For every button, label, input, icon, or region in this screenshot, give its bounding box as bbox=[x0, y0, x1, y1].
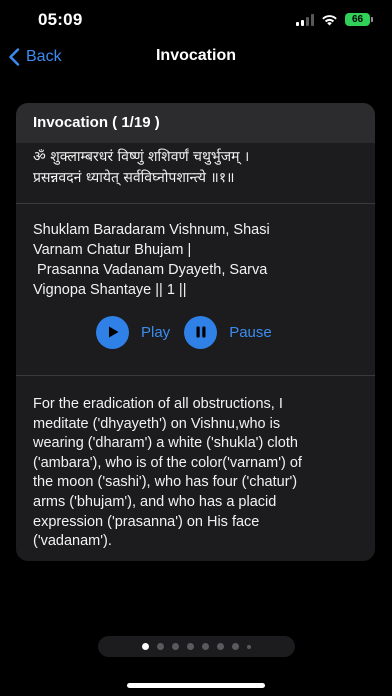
meaning-line: ('ambara'), who is of the color('varnam'… bbox=[33, 454, 302, 471]
meaning-line: ('vadanam'). bbox=[33, 533, 112, 550]
page-dot[interactable] bbox=[202, 643, 209, 650]
cellular-signal-icon bbox=[296, 13, 314, 26]
meaning-line: arms ('bhujam'), and who has a placid bbox=[33, 493, 277, 510]
verse-card-header: Invocation ( 1/19 ) bbox=[16, 103, 375, 143]
screen: 05:09 66 Back Invocation Invocation ( 1/… bbox=[0, 0, 392, 696]
page-dot[interactable] bbox=[247, 644, 251, 649]
play-icon bbox=[108, 326, 118, 338]
page-dot[interactable] bbox=[232, 643, 239, 650]
page-dot-active[interactable] bbox=[142, 643, 149, 650]
transliteration: Shuklam Baradaram Vishnum, Shasi Varnam … bbox=[33, 220, 358, 300]
pause-label[interactable]: Pause bbox=[229, 324, 272, 341]
audio-controls: Play Pause bbox=[96, 315, 286, 349]
meaning-line: expression ('prasanna') on His face bbox=[33, 513, 260, 530]
page-dot[interactable] bbox=[157, 643, 164, 650]
transliteration-line: Varnam Chatur Bhujam | bbox=[33, 242, 192, 258]
battery-icon: 66 bbox=[345, 13, 373, 26]
status-bar: 05:09 66 bbox=[0, 0, 392, 44]
navigation-bar: Back Invocation bbox=[0, 44, 392, 70]
page-dot[interactable] bbox=[187, 643, 194, 650]
sanskrit-line: ॐ शुक्लाम्बरधरं विष्णुं शशिवर्णं चथुर्भु… bbox=[33, 149, 250, 165]
wifi-icon bbox=[322, 14, 337, 25]
status-icons: 66 bbox=[296, 13, 373, 26]
page-indicator[interactable] bbox=[98, 636, 295, 657]
meaning-line: For the eradication of all obstructions,… bbox=[33, 396, 283, 412]
page-dot[interactable] bbox=[172, 643, 179, 650]
transliteration-line: Shuklam Baradaram Vishnum, Shasi bbox=[33, 222, 270, 238]
meaning-line: meditate ('dhyayeth') on Vishnu,who is bbox=[33, 415, 281, 432]
play-label[interactable]: Play bbox=[141, 324, 170, 341]
pause-icon bbox=[196, 326, 206, 338]
divider bbox=[16, 375, 375, 376]
divider bbox=[16, 203, 375, 204]
status-time: 05:09 bbox=[38, 10, 83, 29]
meaning-line: the moon ('sashi'), who has four ('chatu… bbox=[33, 474, 298, 491]
transliteration-line: Vignopa Shantaye || 1 || bbox=[33, 282, 187, 298]
meaning-line: wearing ('dharam') a white ('shukla') cl… bbox=[33, 435, 298, 452]
transliteration-line: Prasanna Vadanam Dyayeth, Sarva bbox=[33, 262, 268, 278]
play-button[interactable] bbox=[96, 315, 129, 349]
page-title: Invocation bbox=[155, 47, 236, 64]
pause-button[interactable] bbox=[184, 315, 218, 349]
sanskrit-line: प्रसन्नवदनं ध्यायेत् सर्वविघ्नोपशान्त्ये… bbox=[33, 170, 235, 186]
page-dot[interactable] bbox=[217, 643, 224, 650]
sanskrit-verse: ॐ शुक्लाम्बरधरं विष्णुं शशिवर्णं चथुर्भु… bbox=[33, 147, 358, 189]
verse-meaning: For the eradication of all obstructions,… bbox=[33, 395, 363, 552]
verse-card: Invocation ( 1/19 ) ॐ शुक्लाम्बरधरं विष्… bbox=[16, 103, 375, 561]
home-indicator[interactable] bbox=[127, 683, 265, 688]
